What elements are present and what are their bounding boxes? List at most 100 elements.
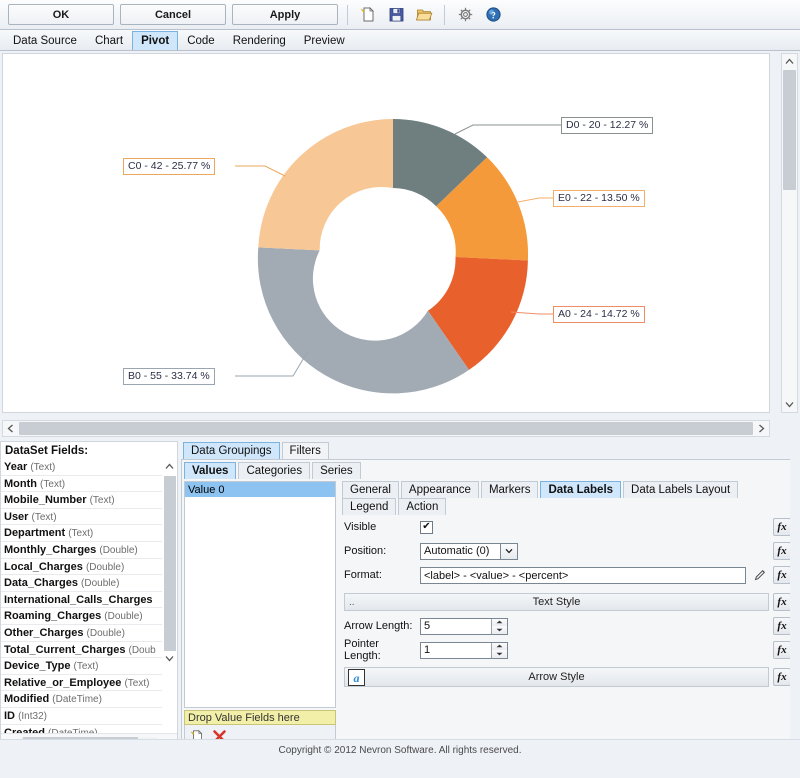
- pointer-length-fx-button[interactable]: fx: [773, 641, 791, 659]
- tab-data-groupings[interactable]: Data Groupings: [183, 442, 280, 459]
- text-style-button[interactable]: .. Text Style: [344, 593, 769, 611]
- spin-up-icon[interactable]: [492, 642, 507, 650]
- field-row[interactable]: Created (DateTime): [1, 725, 177, 734]
- spin-down-icon[interactable]: [492, 650, 507, 658]
- save-icon[interactable]: [385, 4, 407, 26]
- fields-scroll-down-icon[interactable]: [162, 651, 177, 666]
- chart-canvas[interactable]: D0 - 20 - 12.27 % E0 - 22 - 13.50 % A0 -…: [2, 53, 770, 413]
- field-row[interactable]: Device_Type (Text): [1, 658, 177, 675]
- visible-fx-button[interactable]: fx: [773, 518, 791, 536]
- field-row[interactable]: Other_Charges (Double): [1, 625, 177, 642]
- format-input[interactable]: <label> - <value> - <percent>: [420, 566, 746, 584]
- vertical-scroll-thumb[interactable]: [783, 70, 796, 190]
- arrow-length-fx-button[interactable]: fx: [773, 617, 791, 635]
- spin-up-icon[interactable]: [492, 618, 507, 626]
- tab-markers[interactable]: Markers: [480, 481, 539, 498]
- values-list[interactable]: Value 0: [184, 481, 336, 708]
- format-fx-button[interactable]: fx: [773, 566, 791, 584]
- field-name: Created: [4, 726, 45, 734]
- help-icon[interactable]: ?: [482, 4, 504, 26]
- dataset-fields-list[interactable]: Year (Text) Month (Text) Mobile_Number (…: [1, 459, 177, 733]
- toolbar-separator-2: [444, 4, 445, 25]
- field-row[interactable]: Roaming_Charges (Double): [1, 608, 177, 625]
- pointer-length-spin-buttons[interactable]: [491, 642, 507, 658]
- arrow-length-spin-buttons[interactable]: [491, 618, 507, 634]
- pointer-length-stepper[interactable]: 1: [420, 641, 508, 659]
- field-type: (Text): [40, 478, 66, 490]
- chart-vertical-scrollbar[interactable]: [781, 53, 798, 413]
- field-row[interactable]: Department (Text): [1, 525, 177, 542]
- tab-categories[interactable]: Categories: [238, 462, 311, 479]
- visible-row: Visible ✔ fx: [340, 515, 795, 539]
- tab-pivot[interactable]: Pivot: [132, 31, 179, 50]
- fields-scroll-thumb[interactable]: [163, 476, 176, 651]
- scroll-right-icon[interactable]: [754, 421, 769, 436]
- field-row[interactable]: Month (Text): [1, 476, 177, 493]
- field-name: ID: [4, 709, 15, 722]
- chevron-down-icon[interactable]: [500, 543, 517, 559]
- field-row[interactable]: Mobile_Number (Text): [1, 492, 177, 509]
- tab-rendering[interactable]: Rendering: [224, 31, 295, 50]
- new-document-icon[interactable]: [357, 4, 379, 26]
- tab-general[interactable]: General: [342, 481, 399, 498]
- field-type: (Text): [73, 661, 99, 673]
- chart-horizontal-scrollbar[interactable]: [2, 420, 770, 437]
- tab-preview[interactable]: Preview: [295, 31, 354, 50]
- field-name: Monthly_Charges: [4, 543, 97, 556]
- tab-chart[interactable]: Chart: [86, 31, 132, 50]
- arrow-style-fx-button[interactable]: fx: [773, 668, 791, 686]
- field-type: (Text): [124, 677, 150, 689]
- drop-value-fields-zone[interactable]: Drop Value Fields here: [184, 710, 336, 725]
- field-type: (Double): [81, 578, 120, 590]
- tab-data-labels[interactable]: Data Labels: [540, 481, 622, 498]
- edit-pencil-icon[interactable]: [750, 566, 769, 585]
- field-type: (Doub: [128, 644, 156, 656]
- pivot-panel-body: Values Categories Series Value 0 Drop Va…: [181, 459, 798, 753]
- tab-series[interactable]: Series: [312, 462, 361, 479]
- arrow-length-stepper[interactable]: 5: [420, 617, 508, 635]
- tab-data-source[interactable]: Data Source: [4, 31, 86, 50]
- field-row[interactable]: User (Text): [1, 509, 177, 526]
- apply-button[interactable]: Apply: [232, 4, 338, 25]
- tab-appearance[interactable]: Appearance: [400, 481, 479, 498]
- field-row[interactable]: Data_Charges (Double): [1, 575, 177, 592]
- field-name: Roaming_Charges: [4, 610, 102, 623]
- data-label-A0: A0 - 24 - 14.72 %: [553, 306, 645, 323]
- cancel-button[interactable]: Cancel: [120, 4, 226, 25]
- field-row[interactable]: Year (Text): [1, 459, 177, 476]
- fields-vertical-scrollbar[interactable]: [162, 459, 177, 733]
- text-style-fx-button[interactable]: fx: [773, 593, 791, 611]
- field-type: (Double): [86, 627, 125, 639]
- visible-label: Visible: [344, 521, 377, 533]
- horizontal-scroll-thumb[interactable]: [19, 422, 753, 435]
- field-row[interactable]: Local_Charges (Double): [1, 559, 177, 576]
- scroll-down-icon[interactable]: [782, 397, 797, 412]
- fields-scroll-up-icon[interactable]: [162, 459, 177, 474]
- field-row[interactable]: Total_Current_Charges (Doub: [1, 642, 177, 659]
- scroll-up-icon[interactable]: [782, 54, 797, 69]
- field-row[interactable]: ID (Int32): [1, 708, 177, 725]
- ok-button[interactable]: OK: [8, 4, 114, 25]
- field-row[interactable]: International_Calls_Charges: [1, 592, 177, 609]
- dataset-fields-header: DataSet Fields:: [1, 442, 177, 459]
- open-folder-icon[interactable]: [413, 4, 435, 26]
- field-row[interactable]: Modified (DateTime): [1, 691, 177, 708]
- tab-values[interactable]: Values: [184, 462, 237, 479]
- tab-data-labels-layout[interactable]: Data Labels Layout: [623, 481, 739, 498]
- gear-icon[interactable]: [454, 4, 476, 26]
- field-row[interactable]: Monthly_Charges (Double): [1, 542, 177, 559]
- arrow-style-button[interactable]: a Arrow Style: [344, 667, 769, 687]
- tab-filters[interactable]: Filters: [281, 442, 329, 459]
- field-row[interactable]: Relative_or_Employee (Text): [1, 675, 177, 692]
- tab-action[interactable]: Action: [398, 498, 447, 515]
- position-combobox[interactable]: Automatic (0): [420, 542, 518, 560]
- values-list-item[interactable]: Value 0: [185, 482, 335, 497]
- field-name: Local_Charges: [4, 560, 83, 573]
- spin-down-icon[interactable]: [492, 626, 507, 634]
- tab-code[interactable]: Code: [178, 31, 224, 50]
- visible-checkbox[interactable]: ✔: [420, 520, 433, 534]
- field-name: Other_Charges: [4, 626, 84, 639]
- scroll-left-icon[interactable]: [3, 421, 18, 436]
- position-fx-button[interactable]: fx: [773, 542, 791, 560]
- tab-legend[interactable]: Legend: [342, 498, 397, 515]
